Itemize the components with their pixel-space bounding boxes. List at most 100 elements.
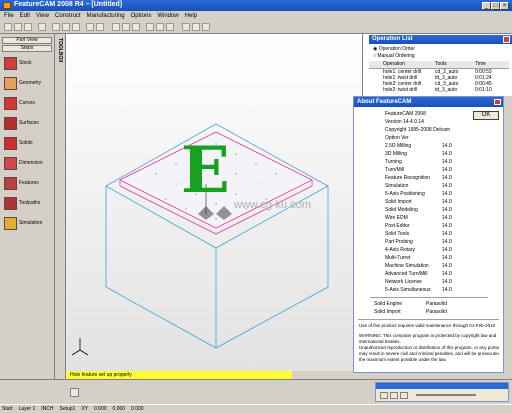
surfaces-icon — [4, 117, 17, 130]
app-icon — [3, 2, 11, 9]
close-icon[interactable] — [503, 36, 510, 43]
option-row: Solid Tools 14.0 — [385, 231, 452, 237]
title-bar: FeatureCAM 2008 R4 – [Untitled] _ □ × — [0, 0, 512, 11]
stock-icon — [4, 57, 17, 70]
curves-icon — [4, 97, 17, 110]
nc-code-icon[interactable] — [192, 23, 200, 31]
menu-file[interactable]: File — [4, 13, 14, 19]
radio-operation-order[interactable]: ◉ Operation Order — [373, 46, 415, 52]
paste-icon[interactable] — [72, 23, 80, 31]
open-icon[interactable] — [14, 23, 22, 31]
geometry-icon — [4, 77, 17, 90]
panel-item-solids[interactable]: Solids — [2, 135, 53, 152]
taskbar-units: INCH — [41, 406, 54, 412]
option-row: Solid Modeling 14.0 — [385, 207, 452, 213]
operation-list-title: Operation List — [369, 35, 512, 44]
panel-item-surfaces[interactable]: Surfaces — [2, 115, 53, 132]
view-iso-icon[interactable] — [146, 23, 154, 31]
menu-manufacturing[interactable]: Manufacturing — [87, 13, 125, 19]
option-row: Feature Recognition 14.0 — [385, 175, 452, 181]
operation-list-header: Operation Tools Time — [369, 61, 509, 69]
taskbar-z: 0.000 — [131, 406, 144, 412]
panel-item-curves[interactable]: Curves — [2, 95, 53, 112]
panel-item-geometry[interactable]: Geometry — [2, 75, 53, 92]
redo-icon[interactable] — [96, 23, 104, 31]
option-row: Wire EDM 14.0 — [385, 215, 452, 221]
panel-item-stock[interactable]: Stock — [2, 55, 53, 72]
part-model: E www.cg-ku.com — [71, 123, 329, 356]
menu-view[interactable]: View — [36, 13, 49, 19]
legal-text: the maximum extent possible under the la… — [359, 357, 447, 362]
option-row: Post Editor 14.0 — [385, 223, 452, 229]
panel-item-dimension[interactable]: Dimension — [2, 155, 53, 172]
option-row: 2.5D Milling 14.0 — [385, 143, 452, 149]
view-top-icon[interactable] — [156, 23, 164, 31]
legal-text: WARNING: This computer program is protec… — [359, 333, 497, 338]
menu-help[interactable]: Help — [185, 13, 197, 19]
taskbar-setup: Setup1 — [59, 406, 76, 412]
bottom-panel — [0, 379, 512, 404]
maximize-button[interactable]: □ — [491, 2, 500, 10]
option-row: 3D Milling 14.0 — [385, 151, 452, 157]
menu-options[interactable]: Options — [131, 13, 152, 19]
option-row: Simulation 14.0 — [385, 183, 452, 189]
solid-row: Solid Import Parasolid — [374, 309, 447, 315]
operation-list-panel: Operation List ◉ Operation Order ○ Manua… — [362, 34, 512, 96]
option-row: Advanced Turn/Mill 14.0 — [385, 271, 452, 277]
close-button[interactable]: × — [500, 2, 509, 10]
print-icon[interactable] — [38, 23, 46, 31]
minimize-button[interactable]: _ — [482, 2, 491, 10]
tab-part-view[interactable]: Part View — [2, 37, 52, 44]
panel-item-simulation[interactable]: Simulation — [2, 215, 53, 232]
window-title: FeatureCAM 2008 R4 – [Untitled] — [14, 1, 123, 8]
option-row: Machine Simulation 14.0 — [385, 263, 452, 269]
pan-icon[interactable] — [122, 23, 130, 31]
view-front-icon[interactable] — [166, 23, 174, 31]
option-row: Solid Import 14.0 — [385, 199, 452, 205]
simulation-icon — [4, 217, 17, 230]
printer-icon[interactable] — [70, 388, 79, 397]
panel-item-features[interactable]: Features — [2, 175, 53, 192]
speed-slider[interactable] — [416, 394, 476, 396]
zoom-icon[interactable] — [112, 23, 120, 31]
toolbox-tab[interactable]: TOOLBOX — [56, 34, 66, 379]
close-icon[interactable] — [494, 99, 501, 105]
options-header: Option Ver — [385, 135, 409, 141]
copyright-label: Copyright 1995-2008 Delcam — [385, 127, 451, 133]
menu-construct[interactable]: Construct — [55, 13, 81, 19]
copy-icon[interactable] — [62, 23, 70, 31]
undo-icon[interactable] — [86, 23, 94, 31]
play-icon[interactable] — [380, 392, 388, 399]
legal-text: Unauthorized reproduction or distributio… — [359, 345, 499, 350]
tab-steps[interactable]: Steps — [2, 45, 52, 52]
option-row: Multi-Turret 14.0 — [385, 255, 452, 261]
simulate-icon[interactable] — [182, 23, 190, 31]
legal-text: may result in severe civil and criminal … — [359, 351, 499, 356]
rotate-icon[interactable] — [132, 23, 140, 31]
main-toolbar — [0, 21, 512, 34]
menu-window[interactable]: Window — [157, 13, 178, 19]
step-icon[interactable] — [390, 392, 398, 399]
features-icon — [4, 177, 17, 190]
tool-icon[interactable] — [202, 23, 210, 31]
save-icon[interactable] — [24, 23, 32, 31]
solid-row: Solid Engine Parasolid — [374, 301, 447, 307]
taskbar-x: 0.000 — [94, 406, 107, 412]
option-row: Turn/Mill 14.0 — [385, 167, 452, 173]
version-label: FeatureCAM 2008 — [385, 111, 426, 117]
panel-item-toolpaths[interactable]: Toolpaths — [2, 195, 53, 212]
radio-manual-ordering[interactable]: ○ Manual Ordering — [373, 53, 415, 59]
stop-icon[interactable] — [400, 392, 408, 399]
taskbar-plane: XY — [81, 406, 89, 412]
new-icon[interactable] — [4, 23, 12, 31]
menu-bar: File Edit View Construct Manufacturing O… — [0, 11, 512, 21]
letter-e: E — [181, 133, 230, 208]
build-label: Version 14.4.0.14 — [385, 119, 424, 125]
table-row[interactable]: hole2: twist drill td_3_auto 0:01:10 — [369, 87, 509, 93]
toolpaths-icon — [4, 197, 17, 210]
taskbar-start[interactable]: Start — [2, 406, 13, 412]
graphics-viewport[interactable]: E www.cg-ku.com — [66, 34, 362, 371]
cut-icon[interactable] — [52, 23, 60, 31]
menu-edit[interactable]: Edit — [20, 13, 30, 19]
option-row: 4-Axis Rotary 14.0 — [385, 247, 452, 253]
